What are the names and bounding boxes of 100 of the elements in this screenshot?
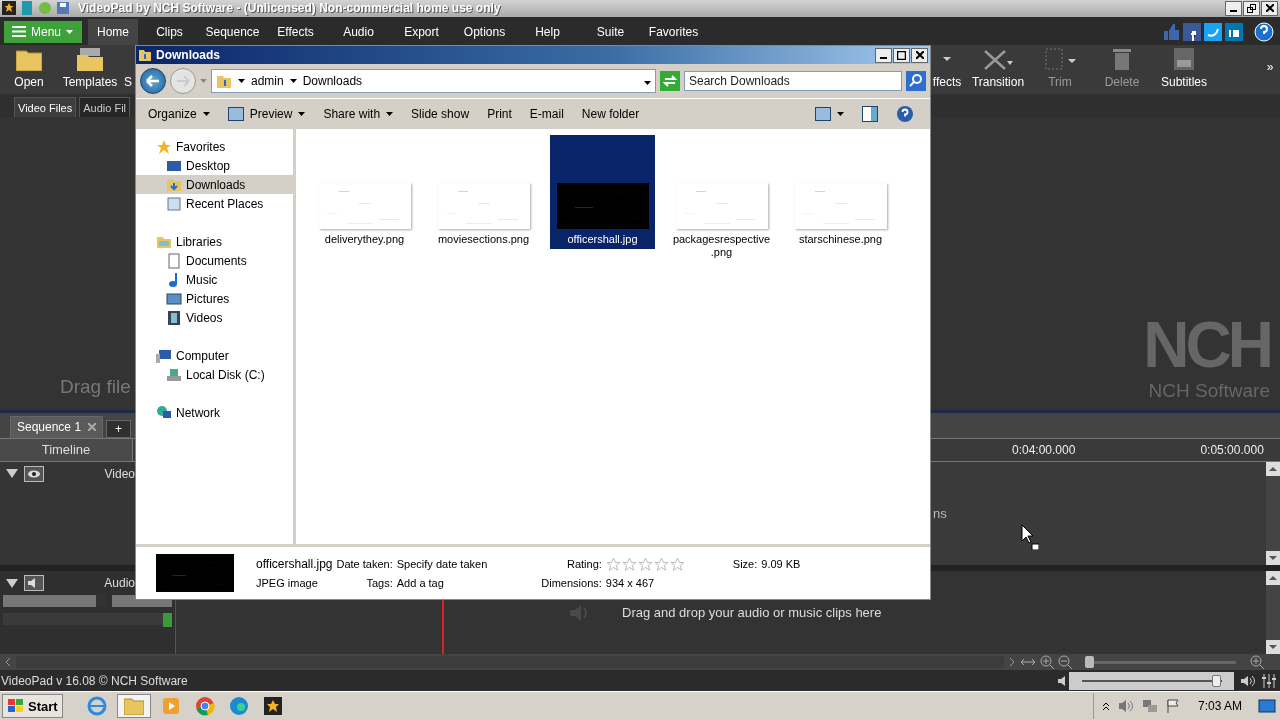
disk-drive-icon: [166, 366, 182, 383]
zoom-out-icon: [1058, 655, 1072, 670]
nav-item[interactable]: Videos: [136, 308, 293, 327]
speaker-icon: [1117, 699, 1134, 714]
toolbar-button[interactable]: Transition: [967, 44, 1029, 95]
forward-arrow-icon: [176, 75, 190, 87]
track-label: Video: [104, 466, 135, 481]
bin-tab[interactable]: Video Files: [14, 97, 77, 118]
command-button[interactable]: Organize: [142, 105, 216, 123]
scrollbar[interactable]: [1266, 461, 1280, 566]
toolbar-button[interactable]: Delete: [1091, 44, 1153, 95]
menu-tab[interactable]: Help: [516, 18, 579, 45]
file-item[interactable]: starschinese.png: [788, 135, 893, 246]
more-button[interactable]: »: [1260, 44, 1280, 95]
nav-item[interactable]: Computer: [136, 346, 293, 365]
scroll-right-icon: [1008, 657, 1016, 668]
slider-thumb[interactable]: [1211, 674, 1221, 687]
drop-hint: ns: [933, 505, 947, 521]
picture-frame-icon: [227, 107, 244, 121]
back-arrow-icon: [146, 75, 160, 87]
cursor-icon: [1021, 524, 1039, 550]
caret-icon: [289, 79, 297, 83]
clock[interactable]: 7:03 AM: [1197, 699, 1242, 714]
minimize-button[interactable]: [875, 47, 892, 63]
file-item[interactable]: moviesections.png: [431, 135, 536, 246]
menu-tab[interactable]: Audio: [327, 18, 390, 45]
nav-item[interactable]: Desktop: [136, 156, 293, 175]
command-button[interactable]: Preview: [221, 105, 312, 123]
file-item[interactable]: deliverythey.png: [312, 135, 417, 246]
menu-tab[interactable]: Export: [390, 18, 453, 45]
restore-button[interactable]: [1243, 0, 1260, 16]
pictures-icon: [166, 290, 182, 307]
menu-tab[interactable]: Sequence: [201, 18, 264, 45]
field-value[interactable]: Specify date taken: [396, 558, 488, 570]
restore-icon: [1247, 3, 1256, 13]
file-item[interactable]: packagesrespective .png: [669, 135, 774, 259]
close-button[interactable]: [911, 47, 928, 63]
eye-icon: [24, 465, 44, 482]
toolbar-button[interactable]: Templates: [58, 44, 122, 95]
windows-logo-icon: [7, 698, 25, 715]
nav-item[interactable]: Downloads: [136, 175, 293, 194]
bin-tab[interactable]: Audio Fil: [79, 97, 130, 118]
field-label: Date taken:: [336, 558, 393, 570]
time-label: 0:05:00.000: [1200, 442, 1264, 457]
scrollbar[interactable]: [1266, 571, 1280, 655]
nav-item[interactable]: Recent Places: [136, 194, 293, 213]
search-field[interactable]: Search Downloads: [684, 71, 902, 91]
flag-icon: [1165, 699, 1180, 714]
file-item[interactable]: officershall.jpg: [550, 135, 655, 249]
caret-icon: [238, 79, 245, 83]
toolbar-button[interactable]: Subtitles: [1153, 44, 1215, 95]
chrome-icon: [194, 696, 215, 717]
toolbar-button[interactable]: Open: [0, 44, 58, 95]
nav-item[interactable]: Music: [136, 270, 293, 289]
address-bar[interactable]: admin Downloads: [211, 69, 656, 93]
zoom-slider[interactable]: [1086, 656, 1236, 669]
nav-item[interactable]: Libraries: [136, 232, 293, 251]
fit-icon: [1020, 657, 1036, 668]
close-button[interactable]: [1261, 0, 1278, 16]
folder-icon: [123, 697, 144, 716]
menu-tab[interactable]: Clips: [138, 18, 201, 45]
slider-thumb[interactable]: [1085, 656, 1094, 669]
menu-tab[interactable]: Suite: [579, 18, 642, 45]
command-button[interactable]: Share with: [317, 105, 400, 123]
master-volume-slider[interactable]: [1081, 674, 1222, 687]
nav-item[interactable]: Documents: [136, 251, 293, 270]
maximize-button[interactable]: [893, 47, 910, 63]
horizontal-scrollbar[interactable]: [16, 656, 1004, 669]
minimize-button[interactable]: [1225, 0, 1242, 16]
breadcrumb-item[interactable]: admin: [251, 74, 284, 88]
caret-icon: [200, 79, 207, 83]
zoom-in-icon: [1250, 655, 1264, 670]
nav-item[interactable]: Network: [136, 403, 293, 422]
show-desktop-icon: [1258, 698, 1276, 715]
toolbar-button[interactable]: S: [122, 44, 134, 95]
sequence-tab[interactable]: Sequence 1: [10, 415, 104, 438]
start-button[interactable]: Start: [2, 694, 63, 719]
film-icon: [166, 309, 182, 326]
menu-tab[interactable]: Favorites: [642, 18, 705, 45]
command-button[interactable]: E-mail: [523, 105, 570, 123]
close-icon: [915, 51, 924, 59]
nav-item[interactable]: Favorites: [136, 137, 293, 156]
toolbar-button[interactable]: ffects: [927, 44, 967, 95]
drop-hint: Drag and drop your audio or music clips here: [622, 605, 882, 621]
menu-tab[interactable]: Home: [88, 18, 138, 45]
nav-item[interactable]: Pictures: [136, 289, 293, 308]
timeline-button[interactable]: Timeline: [0, 438, 133, 461]
collapse-icon: [6, 469, 18, 479]
command-button[interactable]: New folder: [575, 105, 646, 123]
command-button[interactable]: Print: [481, 105, 518, 123]
nav-item[interactable]: Local Disk (C:): [136, 365, 293, 384]
command-button[interactable]: Slide show: [405, 105, 476, 123]
toolbar-button[interactable]: Trim: [1029, 44, 1091, 95]
back-button[interactable]: [140, 68, 166, 94]
add-sequence-button[interactable]: +: [106, 419, 132, 438]
field-value[interactable]: Add a tag: [396, 577, 538, 589]
breadcrumb-item[interactable]: Downloads: [302, 74, 363, 88]
menu-tab[interactable]: Effects: [264, 18, 327, 45]
rating-stars[interactable]: [605, 557, 685, 571]
menu-tab[interactable]: Options: [453, 18, 516, 45]
